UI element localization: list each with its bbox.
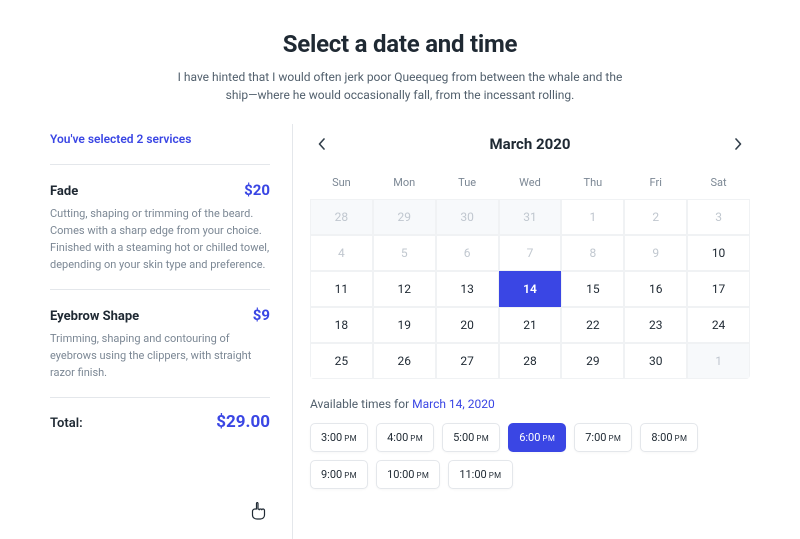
calendar-day[interactable]: 11 [310,271,373,307]
day-of-week-label: Sat [687,170,750,199]
service-item: Fade $20 Cutting, shaping or trimming of… [50,165,270,290]
day-of-week-label: Thu [561,170,624,199]
day-of-week-label: Mon [373,170,436,199]
page-subtitle: I have hinted that I would often jerk po… [170,68,630,104]
available-times-label: Available times for March 14, 2020 [310,397,750,411]
day-of-week-label: Fri [624,170,687,199]
calendar-day[interactable]: 15 [561,271,624,307]
calendar-day[interactable]: 12 [373,271,436,307]
calendar-day[interactable]: 17 [687,271,750,307]
time-slot[interactable]: 4:00 PM [376,423,434,452]
calendar-day[interactable]: 4 [310,235,373,271]
available-date: March 14, 2020 [412,397,495,411]
summary-sidebar: You've selected 2 services Fade $20 Cutt… [50,132,270,489]
calendar-day[interactable]: 19 [373,307,436,343]
calendar-day[interactable]: 20 [436,307,499,343]
calendar-day[interactable]: 6 [436,235,499,271]
time-slot[interactable]: 11:00 PM [448,460,512,489]
service-description: Cutting, shaping or trimming of the bear… [50,205,270,273]
time-slot[interactable]: 7:00 PM [574,423,632,452]
calendar-day[interactable]: 2 [624,199,687,235]
time-slot[interactable]: 3:00 PM [310,423,368,452]
selected-services-count: You've selected 2 services [50,132,270,165]
day-of-week-label: Wed [499,170,562,199]
available-prefix: Available times for [310,397,412,411]
calendar-day[interactable]: 30 [624,343,687,379]
chevron-right-icon [734,138,742,150]
total-value: $29.00 [216,412,270,432]
calendar-grid: SunMonTueWedThuFriSat2829303112345678910… [310,170,750,379]
calendar-day[interactable]: 8 [561,235,624,271]
service-item: Eyebrow Shape $9 Trimming, shaping and c… [50,290,270,398]
service-name: Fade [50,184,78,199]
service-price: $9 [253,306,270,324]
calendar-day[interactable]: 25 [310,343,373,379]
time-slot[interactable]: 6:00 PM [508,423,566,452]
calendar-day[interactable]: 22 [561,307,624,343]
calendar-day[interactable]: 13 [436,271,499,307]
calendar-day[interactable]: 28 [310,199,373,235]
calendar-day[interactable]: 31 [499,199,562,235]
time-slot[interactable]: 8:00 PM [640,423,698,452]
total-label: Total: [50,416,83,431]
next-month-button[interactable] [726,132,750,156]
calendar-panel: March 2020 SunMonTueWedThuFriSat28293031… [310,132,750,489]
service-name: Eyebrow Shape [50,309,139,324]
calendar-day[interactable]: 10 [687,235,750,271]
service-price: $20 [244,181,270,199]
day-of-week-label: Tue [436,170,499,199]
day-of-week-label: Sun [310,170,373,199]
calendar-day[interactable]: 16 [624,271,687,307]
calendar-day[interactable]: 23 [624,307,687,343]
calendar-day[interactable]: 29 [373,199,436,235]
calendar-day[interactable]: 7 [499,235,562,271]
calendar-day[interactable]: 9 [624,235,687,271]
calendar-day[interactable]: 1 [561,199,624,235]
prev-month-button[interactable] [310,132,334,156]
time-slots: 3:00 PM 4:00 PM 5:00 PM 6:00 PM 7:00 PM 8:00 … [310,423,750,489]
calendar-day[interactable]: 14 [499,271,562,307]
calendar-day[interactable]: 30 [436,199,499,235]
month-label: March 2020 [490,135,571,153]
time-slot[interactable]: 10:00 PM [376,460,440,489]
time-slot[interactable]: 9:00 PM [310,460,368,489]
calendar-day[interactable]: 27 [436,343,499,379]
service-description: Trimming, shaping and contouring of eyeb… [50,330,270,381]
calendar-day[interactable]: 1 [687,343,750,379]
calendar-day[interactable]: 5 [373,235,436,271]
calendar-day[interactable]: 18 [310,307,373,343]
calendar-day[interactable]: 24 [687,307,750,343]
calendar-day[interactable]: 26 [373,343,436,379]
calendar-day[interactable]: 28 [499,343,562,379]
calendar-day[interactable]: 3 [687,199,750,235]
cursor-icon [251,502,267,524]
calendar-day[interactable]: 21 [499,307,562,343]
time-slot[interactable]: 5:00 PM [442,423,500,452]
calendar-day[interactable]: 29 [561,343,624,379]
page-title: Select a date and time [50,30,750,58]
chevron-left-icon [318,138,326,150]
